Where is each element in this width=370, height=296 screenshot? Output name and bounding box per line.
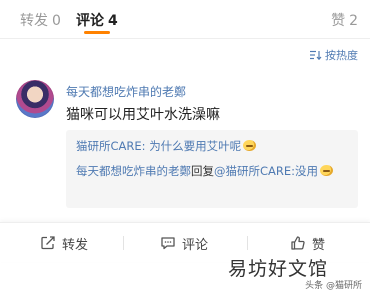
active-tab-indicator — [84, 31, 110, 34]
repost-icon — [41, 236, 55, 250]
comment-label: 评论 — [182, 237, 209, 253]
reply-text: 为什么要用艾叶呢 — [149, 139, 242, 153]
tab-repost-label: 转发 — [20, 13, 48, 29]
watermark-source: 头条 @猫研所 — [305, 281, 362, 291]
repost-button[interactable]: 转发 — [40, 233, 88, 253]
like-label: 赞 — [312, 237, 326, 253]
comment-button[interactable]: 评论 — [160, 233, 208, 253]
comment-icon — [161, 237, 175, 250]
tab-like-label: 赞 — [331, 13, 346, 29]
reply-author[interactable]: 每天都想吃炸串的老鄭 — [76, 164, 191, 178]
comment-username[interactable]: 每天都想吃炸串的老鄭 — [66, 83, 186, 100]
divider — [0, 38, 370, 39]
comment-text: 猫咪可以用艾叶水洗澡嘛 — [66, 107, 220, 123]
smile-emoji-icon — [243, 140, 257, 151]
tab-repost-count: 0 — [52, 13, 61, 29]
like-button[interactable]: 赞 — [290, 233, 325, 253]
sort-icon — [310, 50, 322, 60]
tab-comment[interactable]: 评论 4 — [76, 10, 118, 30]
tab-repost[interactable]: 转发 0 — [20, 10, 61, 30]
tab-like-count: 2 — [349, 13, 358, 29]
tab-bar: 转发 0 评论 4 赞2 — [0, 0, 370, 38]
reply-mention[interactable]: @猫研所CARE — [214, 164, 291, 178]
watermark-text: 易坊好文馆 — [228, 258, 329, 280]
tab-like[interactable]: 赞2 — [331, 10, 358, 30]
sort-by-hot-button[interactable]: 按热度 — [310, 47, 358, 63]
smile-emoji-icon — [320, 165, 334, 176]
tab-comment-count: 4 — [108, 13, 118, 29]
separator — [247, 236, 248, 250]
sort-label: 按热度 — [325, 49, 358, 62]
reply-item: 猫研所CARE: 为什么要用艾叶呢 — [76, 138, 257, 154]
separator — [123, 236, 124, 250]
reply-item: 每天都想吃炸串的老鄭回复@猫研所CARE:没用 — [76, 161, 352, 181]
avatar[interactable] — [16, 80, 54, 118]
thumbs-up-icon — [291, 236, 305, 250]
reply-text: 没用 — [295, 164, 319, 178]
tab-comment-label: 评论 — [76, 13, 104, 29]
reply-thread[interactable]: 猫研所CARE: 为什么要用艾叶呢 每天都想吃炸串的老鄭回复@猫研所CARE:没… — [66, 130, 358, 208]
reply-verb: 回复 — [191, 164, 214, 178]
reply-author[interactable]: 猫研所CARE — [76, 139, 142, 153]
repost-label: 转发 — [62, 237, 89, 253]
